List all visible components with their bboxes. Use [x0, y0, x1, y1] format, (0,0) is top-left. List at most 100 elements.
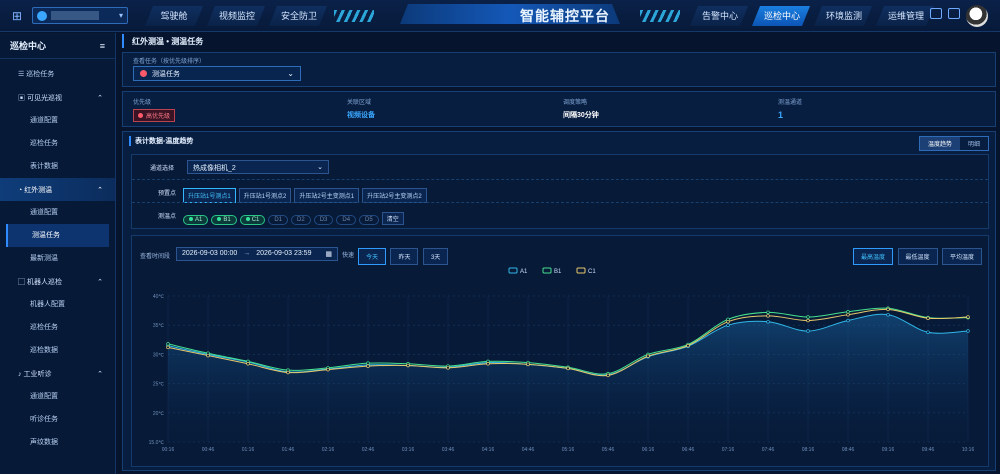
min-temp-button[interactable]: 最低温度	[897, 248, 938, 265]
task-label: 查看任务（按优先级排序）	[133, 59, 206, 65]
y-tick-label: 40℃	[153, 294, 165, 300]
avg-temp-button[interactable]: 平均温度	[941, 248, 982, 265]
strategy-label: 调度策略	[563, 100, 588, 106]
message-icon[interactable]	[948, 8, 960, 19]
sidebar-group-robot[interactable]: ▢ 机器人巡检 ⌃	[0, 270, 115, 293]
sidebar-item-meter-data[interactable]: 表计数据	[0, 155, 115, 178]
point-chip[interactable]: D4	[336, 215, 357, 225]
time-end: 2026-09-03 23:59	[256, 250, 312, 257]
yesterday-button[interactable]: 昨天	[390, 248, 419, 265]
area-value[interactable]: 视频设备	[347, 110, 375, 120]
x-tick-label: 02:46	[362, 447, 375, 453]
data-point	[366, 361, 370, 365]
sidebar-item-visible-task[interactable]: 巡检任务	[0, 132, 115, 155]
sidebar-item-audio-task[interactable]: 听诊任务	[0, 408, 115, 431]
apps-grid-icon[interactable]: ⊞	[12, 10, 24, 22]
decor-stripes-right	[640, 10, 680, 22]
data-point	[886, 312, 890, 317]
tab-video[interactable]: 视频监控	[207, 6, 265, 26]
quick-range-buttons: 今天 昨天 3天	[358, 246, 449, 265]
time-separator: →	[243, 250, 251, 257]
menu-collapse-icon[interactable]: ≡	[100, 41, 105, 51]
quick-label: 快速	[342, 253, 355, 259]
three-day-button[interactable]: 3天	[422, 248, 449, 265]
fullscreen-icon[interactable]	[930, 8, 942, 19]
channel-select-value: 热成像相机_2	[193, 165, 236, 172]
preset-chip[interactable]: 升压站2号主变测点1	[294, 188, 360, 203]
channel-select[interactable]: 热成像相机_2 ⌄	[187, 160, 329, 174]
view-detail-button[interactable]: 明细	[960, 137, 988, 150]
sidebar-item-visible-channel[interactable]: 通道配置	[0, 109, 115, 132]
strategy-info: 调度策略 间隔30分钟	[563, 97, 599, 120]
tab-alarm[interactable]: 告警中心	[690, 6, 748, 26]
max-temp-button[interactable]: 最高温度	[853, 248, 894, 265]
data-point	[846, 312, 850, 317]
data-point	[486, 361, 490, 366]
data-point	[766, 310, 770, 315]
x-tick-label: 07:16	[722, 447, 735, 453]
tab-ops[interactable]: 运维管理	[876, 6, 934, 26]
top-bar: ⊞ ▾ 驾驶舱 视频监控 安全防卫 智能辅控平台 告警中心 巡检中心 环境监测 …	[0, 0, 1000, 32]
time-range-picker[interactable]: 2026-09-03 00:00 → 2026-09-03 23:59 ▦	[176, 247, 338, 261]
right-nav: 告警中心 巡检中心 环境监测 运维管理	[690, 6, 934, 26]
point-chip[interactable]: C1	[239, 215, 266, 225]
task-info-panel: 优先级 高优先级 关联区域 视频设备 调度策略 间隔30分钟 测温通道 1	[122, 91, 996, 127]
point-chip[interactable]: D3	[313, 215, 334, 225]
tab-environment[interactable]: 环境监测	[814, 6, 872, 26]
x-tick-label: 03:16	[402, 447, 415, 453]
point-chip[interactable]: D2	[291, 215, 311, 225]
point-chip[interactable]: D1	[268, 215, 289, 225]
sidebar-group-ir[interactable]: ◔ 红外测温 ⌃	[0, 178, 115, 201]
chevron-up-icon: ⌃	[97, 186, 103, 194]
view-trend-button[interactable]: 温度趋势	[919, 137, 960, 150]
y-tick-label: 25℃	[153, 382, 165, 388]
data-point	[886, 307, 890, 312]
data-point	[806, 318, 810, 323]
location-icon	[37, 10, 47, 21]
legend-label: B1	[554, 269, 562, 275]
point-chip[interactable]: B1	[211, 215, 237, 225]
sidebar-group-visible[interactable]: ▣ 可见光巡视 ⌃	[0, 86, 115, 109]
data-point	[646, 354, 650, 358]
task-select-value: 测温任务	[152, 70, 180, 78]
clear-button[interactable]: 清空	[381, 212, 404, 225]
tab-security[interactable]: 安全防卫	[269, 6, 327, 26]
today-button[interactable]: 今天	[358, 248, 387, 265]
task-select[interactable]: 测温任务 ⌄	[133, 66, 301, 81]
chart-panel: 查看时间段 2026-09-03 00:00 → 2026-09-03 23:5…	[131, 235, 989, 467]
sidebar-item-ir-task[interactable]: 测温任务	[6, 224, 109, 247]
preset-chip[interactable]: 升压站1号测点2	[238, 188, 292, 203]
x-tick-label: 05:16	[562, 447, 575, 453]
sidebar-group-audio[interactable]: ♪ 工业听诊 ⌃	[0, 362, 115, 385]
sidebar-item-audio-channel[interactable]: 通道配置	[0, 385, 115, 408]
page-title: 智能辅控平台	[520, 8, 610, 24]
preset-chip[interactable]: 升压站2号主变测点2	[362, 188, 427, 203]
x-tick-label: 00:46	[202, 447, 215, 453]
priority-label: 优先级	[133, 100, 152, 106]
tab-cockpit[interactable]: 驾驶舱	[145, 6, 203, 26]
task-panel: 查看任务（按优先级排序） 测温任务 ⌄	[122, 52, 996, 87]
sidebar-item-ir-channel[interactable]: 通道配置	[0, 201, 115, 224]
point-chip[interactable]: D5	[359, 215, 379, 225]
sidebar-item-robot-task[interactable]: 巡检任务	[0, 316, 115, 339]
data-point	[846, 310, 850, 314]
site-selector[interactable]: ▾	[32, 7, 128, 24]
point-chip[interactable]: A1	[183, 215, 209, 225]
x-tick-label: 08:16	[802, 447, 815, 453]
x-tick-label: 04:46	[522, 447, 535, 453]
preset-chip[interactable]: 升压站1号测点1	[183, 188, 236, 203]
data-point	[246, 361, 250, 366]
data-point	[286, 370, 290, 375]
chevron-up-icon: ⌃	[97, 278, 103, 286]
sidebar-item-tasks[interactable]: ☰ 巡检任务	[0, 63, 115, 86]
x-tick-label: 04:16	[482, 447, 495, 453]
calendar-icon: ▦	[325, 251, 332, 258]
avatar[interactable]	[966, 5, 988, 27]
data-point	[406, 363, 410, 368]
sidebar-item-robot-data[interactable]: 巡检数据	[0, 339, 115, 362]
tab-inspection[interactable]: 巡检中心	[752, 6, 810, 26]
sidebar-item-robot-config[interactable]: 机器人配置	[0, 293, 115, 316]
brand: 智能辅控平台	[340, 0, 670, 28]
sidebar-item-ir-latest[interactable]: 最新测温	[0, 247, 115, 270]
sidebar-item-voiceprint[interactable]: 声纹数据	[0, 431, 115, 454]
